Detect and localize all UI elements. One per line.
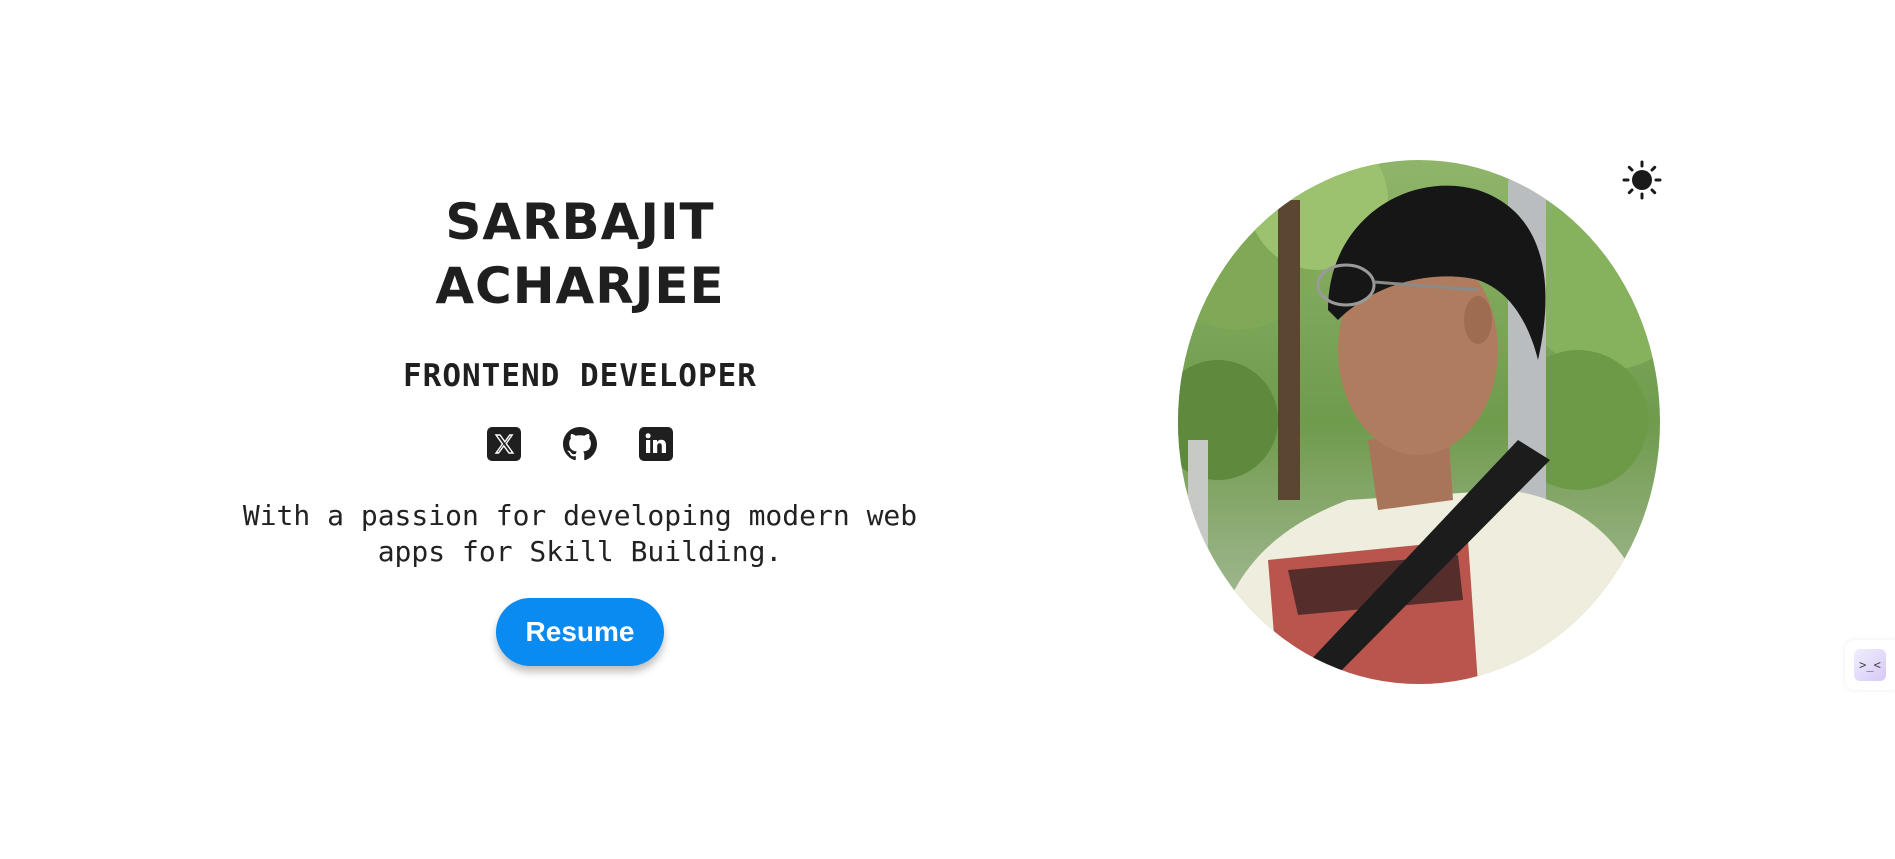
profile-photo: [1178, 160, 1660, 684]
theme-toggle[interactable]: [1622, 160, 1662, 200]
page: SARBAJIT ACHARJEE FRONTEND DEVELOPER Wit…: [0, 0, 1895, 859]
hero-section: SARBAJIT ACHARJEE FRONTEND DEVELOPER Wit…: [200, 190, 960, 666]
floating-widget[interactable]: >_<: [1845, 640, 1895, 690]
sun-icon: [1622, 160, 1662, 200]
resume-button[interactable]: Resume: [495, 598, 665, 666]
name-last: ACHARJEE: [435, 257, 725, 315]
name-first: SARBAJIT: [445, 193, 715, 251]
profile-photo-illustration: [1178, 160, 1660, 684]
hero-role: FRONTEND DEVELOPER: [403, 358, 757, 394]
tagline-line-2: apps for Skill Building.: [377, 535, 783, 568]
x-twitter-icon: [487, 427, 521, 461]
github-icon: [563, 427, 597, 461]
tagline-line-1: With a passion for developing modern web: [242, 499, 918, 532]
linkedin-link[interactable]: [638, 426, 674, 462]
face-icon: >_<: [1854, 649, 1886, 681]
linkedin-icon: [639, 427, 673, 461]
social-links: [200, 426, 960, 462]
github-link[interactable]: [562, 426, 598, 462]
x-twitter-link[interactable]: [486, 426, 522, 462]
hero-name: SARBAJIT ACHARJEE: [200, 190, 960, 318]
hero-tagline: With a passion for developing modern web…: [200, 498, 960, 570]
